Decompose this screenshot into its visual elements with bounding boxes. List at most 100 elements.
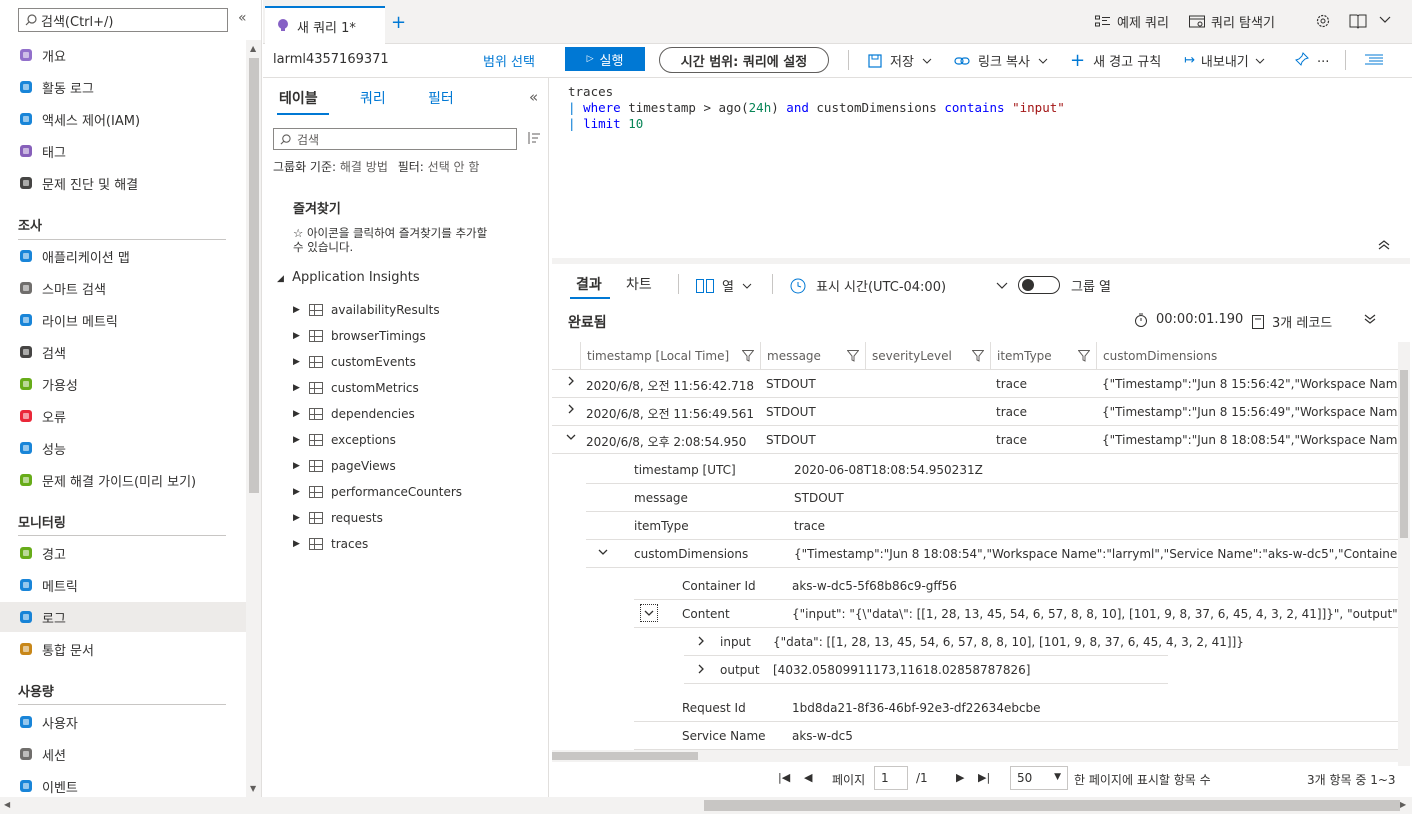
tab-new-query-1[interactable]: 새 쿼리 1* <box>265 6 385 44</box>
scroll-up-icon[interactable]: ▲ <box>250 44 256 53</box>
table-node[interactable]: ▶ requests <box>293 508 383 528</box>
nav-item-search[interactable]: 검색 <box>0 337 246 367</box>
page-number-input[interactable]: 1 <box>874 766 908 790</box>
scroll-right-icon[interactable]: ▶ <box>1400 800 1406 809</box>
scroll-down-icon[interactable]: ▼ <box>250 784 256 793</box>
export-button[interactable]: ↦ 내보내기 <box>1184 51 1265 70</box>
run-label: 실행 <box>599 53 624 69</box>
nav-item-logs[interactable]: 로그 <box>0 602 246 632</box>
copy-link-button[interactable]: 링크 복사 <box>954 51 1048 70</box>
time-range-button[interactable]: 시간 범위: 쿼리에 설정 <box>659 47 829 73</box>
collapse-schema-button[interactable]: « <box>529 88 538 106</box>
nav-item-globe[interactable]: 가용성 <box>0 369 246 399</box>
previous-page-icon[interactable]: ◀ <box>804 771 812 784</box>
chevron-down-icon[interactable] <box>1379 16 1391 24</box>
table-node[interactable]: ▶ traces <box>293 534 368 554</box>
query-editor[interactable]: traces | where timestamp > ago(24h) and … <box>552 78 1410 258</box>
scroll-thumb[interactable] <box>552 752 698 760</box>
example-queries-button[interactable]: 예제 쿼리 <box>1095 12 1169 31</box>
pin-button[interactable]: ... <box>1295 51 1329 66</box>
collapse-menu-button[interactable]: « <box>238 10 247 26</box>
detail-field: message STDOUT <box>586 484 1398 512</box>
first-page-icon[interactable]: |◀ <box>778 771 790 784</box>
collapse-editor-icon[interactable] <box>1378 240 1390 250</box>
menu-scroll-thumb[interactable] <box>249 58 259 493</box>
book-icon[interactable] <box>1349 13 1367 29</box>
nav-item-people[interactable]: 액세스 제어(IAM) <box>0 104 246 134</box>
format-query-icon[interactable] <box>1365 54 1383 66</box>
select-scope-link[interactable]: 범위 선택 <box>483 51 535 70</box>
table-icon <box>309 538 323 550</box>
detail-field: timestamp [UTC] 2020-06-08T18:08:54.95023… <box>586 456 1398 484</box>
nav-item-smart-detection[interactable]: 스마트 검색 <box>0 273 246 303</box>
table-name: customMetrics <box>331 381 419 395</box>
nav-item-workbook[interactable]: 통합 문서 <box>0 634 246 664</box>
menu-search-input[interactable]: 검색(Ctrl+/) <box>18 8 228 32</box>
nav-item-metrics[interactable]: 메트릭 <box>0 570 246 600</box>
results-vertical-scrollbar[interactable] <box>1398 342 1410 766</box>
chevron-down-icon[interactable] <box>598 547 608 557</box>
table-node[interactable]: ▶ browserTimings <box>293 326 426 346</box>
nav-item-alerts[interactable]: 경고 <box>0 538 246 568</box>
table-node[interactable]: ▶ dependencies <box>293 404 415 424</box>
chevron-right-icon[interactable] <box>566 404 576 414</box>
smart-detection-icon <box>18 280 34 296</box>
new-alert-rule-button[interactable]: + 새 경고 규칙 <box>1070 51 1161 70</box>
chevron-down-icon[interactable] <box>566 432 576 442</box>
nav-item-tag[interactable]: 태그 <box>0 136 246 166</box>
nav-item-wrench[interactable]: 문제 진단 및 해결 <box>0 168 246 198</box>
schema-search-input[interactable]: 검색 <box>273 128 517 150</box>
table-node[interactable]: ▶ availabilityResults <box>293 300 440 320</box>
nav-item-label: 문제 진단 및 해결 <box>42 177 139 193</box>
menu-scrollbar[interactable]: ▲ ▼ <box>246 40 261 797</box>
chevron-right-icon[interactable] <box>566 376 576 386</box>
tab-queries[interactable]: 쿼리 <box>360 88 386 108</box>
sort-icon[interactable] <box>526 132 540 144</box>
item-range: 3개 항목 중 1~3 <box>1307 773 1396 787</box>
table-node[interactable]: ▶ customMetrics <box>293 378 419 398</box>
guide-icon <box>18 472 34 488</box>
query-explorer-button[interactable]: 쿼리 탐색기 <box>1189 12 1275 31</box>
filter-value[interactable]: 선택 안 함 <box>428 160 480 174</box>
chevron-down-icon[interactable] <box>640 604 658 622</box>
page-horizontal-scrollbar[interactable]: ◀ ▶ <box>0 797 1412 814</box>
add-tab-button[interactable]: + <box>391 12 406 33</box>
table-node[interactable]: ▶ customEvents <box>293 352 416 372</box>
chevron-right-icon[interactable] <box>696 664 706 674</box>
next-page-icon[interactable]: ▶ <box>956 771 964 784</box>
table-node[interactable]: ▶ pageViews <box>293 456 396 476</box>
group-by-value[interactable]: 해결 방법 <box>340 160 388 174</box>
nav-item-activity-log[interactable]: 활동 로그 <box>0 72 246 102</box>
query-toolbar: larml4357169371 범위 선택 ▷ 실행 시간 범위: 쿼리에 설정… <box>263 44 1412 78</box>
table-token: traces <box>568 84 614 99</box>
performance-icon <box>18 440 34 456</box>
last-page-icon[interactable]: ▶| <box>978 771 990 784</box>
nav-item-session[interactable]: 세션 <box>0 739 246 769</box>
table-row[interactable]: 2020/6/8, 오전 11:56:49.561 STDOUT trace {"Ti… <box>552 398 1398 426</box>
page-size-select[interactable]: 50 ▼ <box>1010 766 1068 790</box>
nav-item-user[interactable]: 사용자 <box>0 707 246 737</box>
nav-item-app-map[interactable]: 애플리케이션 맵 <box>0 241 246 271</box>
run-button[interactable]: ▷ 실행 <box>565 47 645 71</box>
table-node[interactable]: ▶ performanceCounters <box>293 482 462 502</box>
nav-item-guide[interactable]: 문제 해결 가이드(미리 보기) <box>0 465 246 495</box>
gear-icon[interactable] <box>1315 13 1331 29</box>
scroll-thumb[interactable] <box>704 800 1400 811</box>
table-row[interactable]: 2020/6/8, 오전 11:56:42.718 STDOUT trace {"Ti… <box>552 370 1398 398</box>
chevron-right-icon[interactable] <box>696 636 706 646</box>
nav-item-live-metrics[interactable]: 라이브 메트릭 <box>0 305 246 335</box>
tab-tables[interactable]: 테이블 <box>279 88 318 108</box>
results-horizontal-scrollbar[interactable] <box>552 750 1398 762</box>
scroll-left-icon[interactable]: ◀ <box>4 800 10 809</box>
nav-item-events[interactable]: 이벤트 <box>0 771 246 797</box>
nav-item-lightbulb[interactable]: 개요 <box>0 40 246 70</box>
nav-item-failures[interactable]: 오류 <box>0 401 246 431</box>
save-button[interactable]: 저장 <box>868 51 932 70</box>
nav-item-label: 액세스 제어(IAM) <box>42 113 141 129</box>
table-row[interactable]: 2020/6/8, 오후 2:08:54.950 STDOUT trace {"Tim… <box>552 426 1398 454</box>
app-insights-node[interactable]: ◢ Application Insights <box>277 270 420 285</box>
nav-item-performance[interactable]: 성능 <box>0 433 246 463</box>
scroll-thumb[interactable] <box>1400 370 1408 538</box>
table-node[interactable]: ▶ exceptions <box>293 430 396 450</box>
tab-filter[interactable]: 필터 <box>428 88 454 108</box>
